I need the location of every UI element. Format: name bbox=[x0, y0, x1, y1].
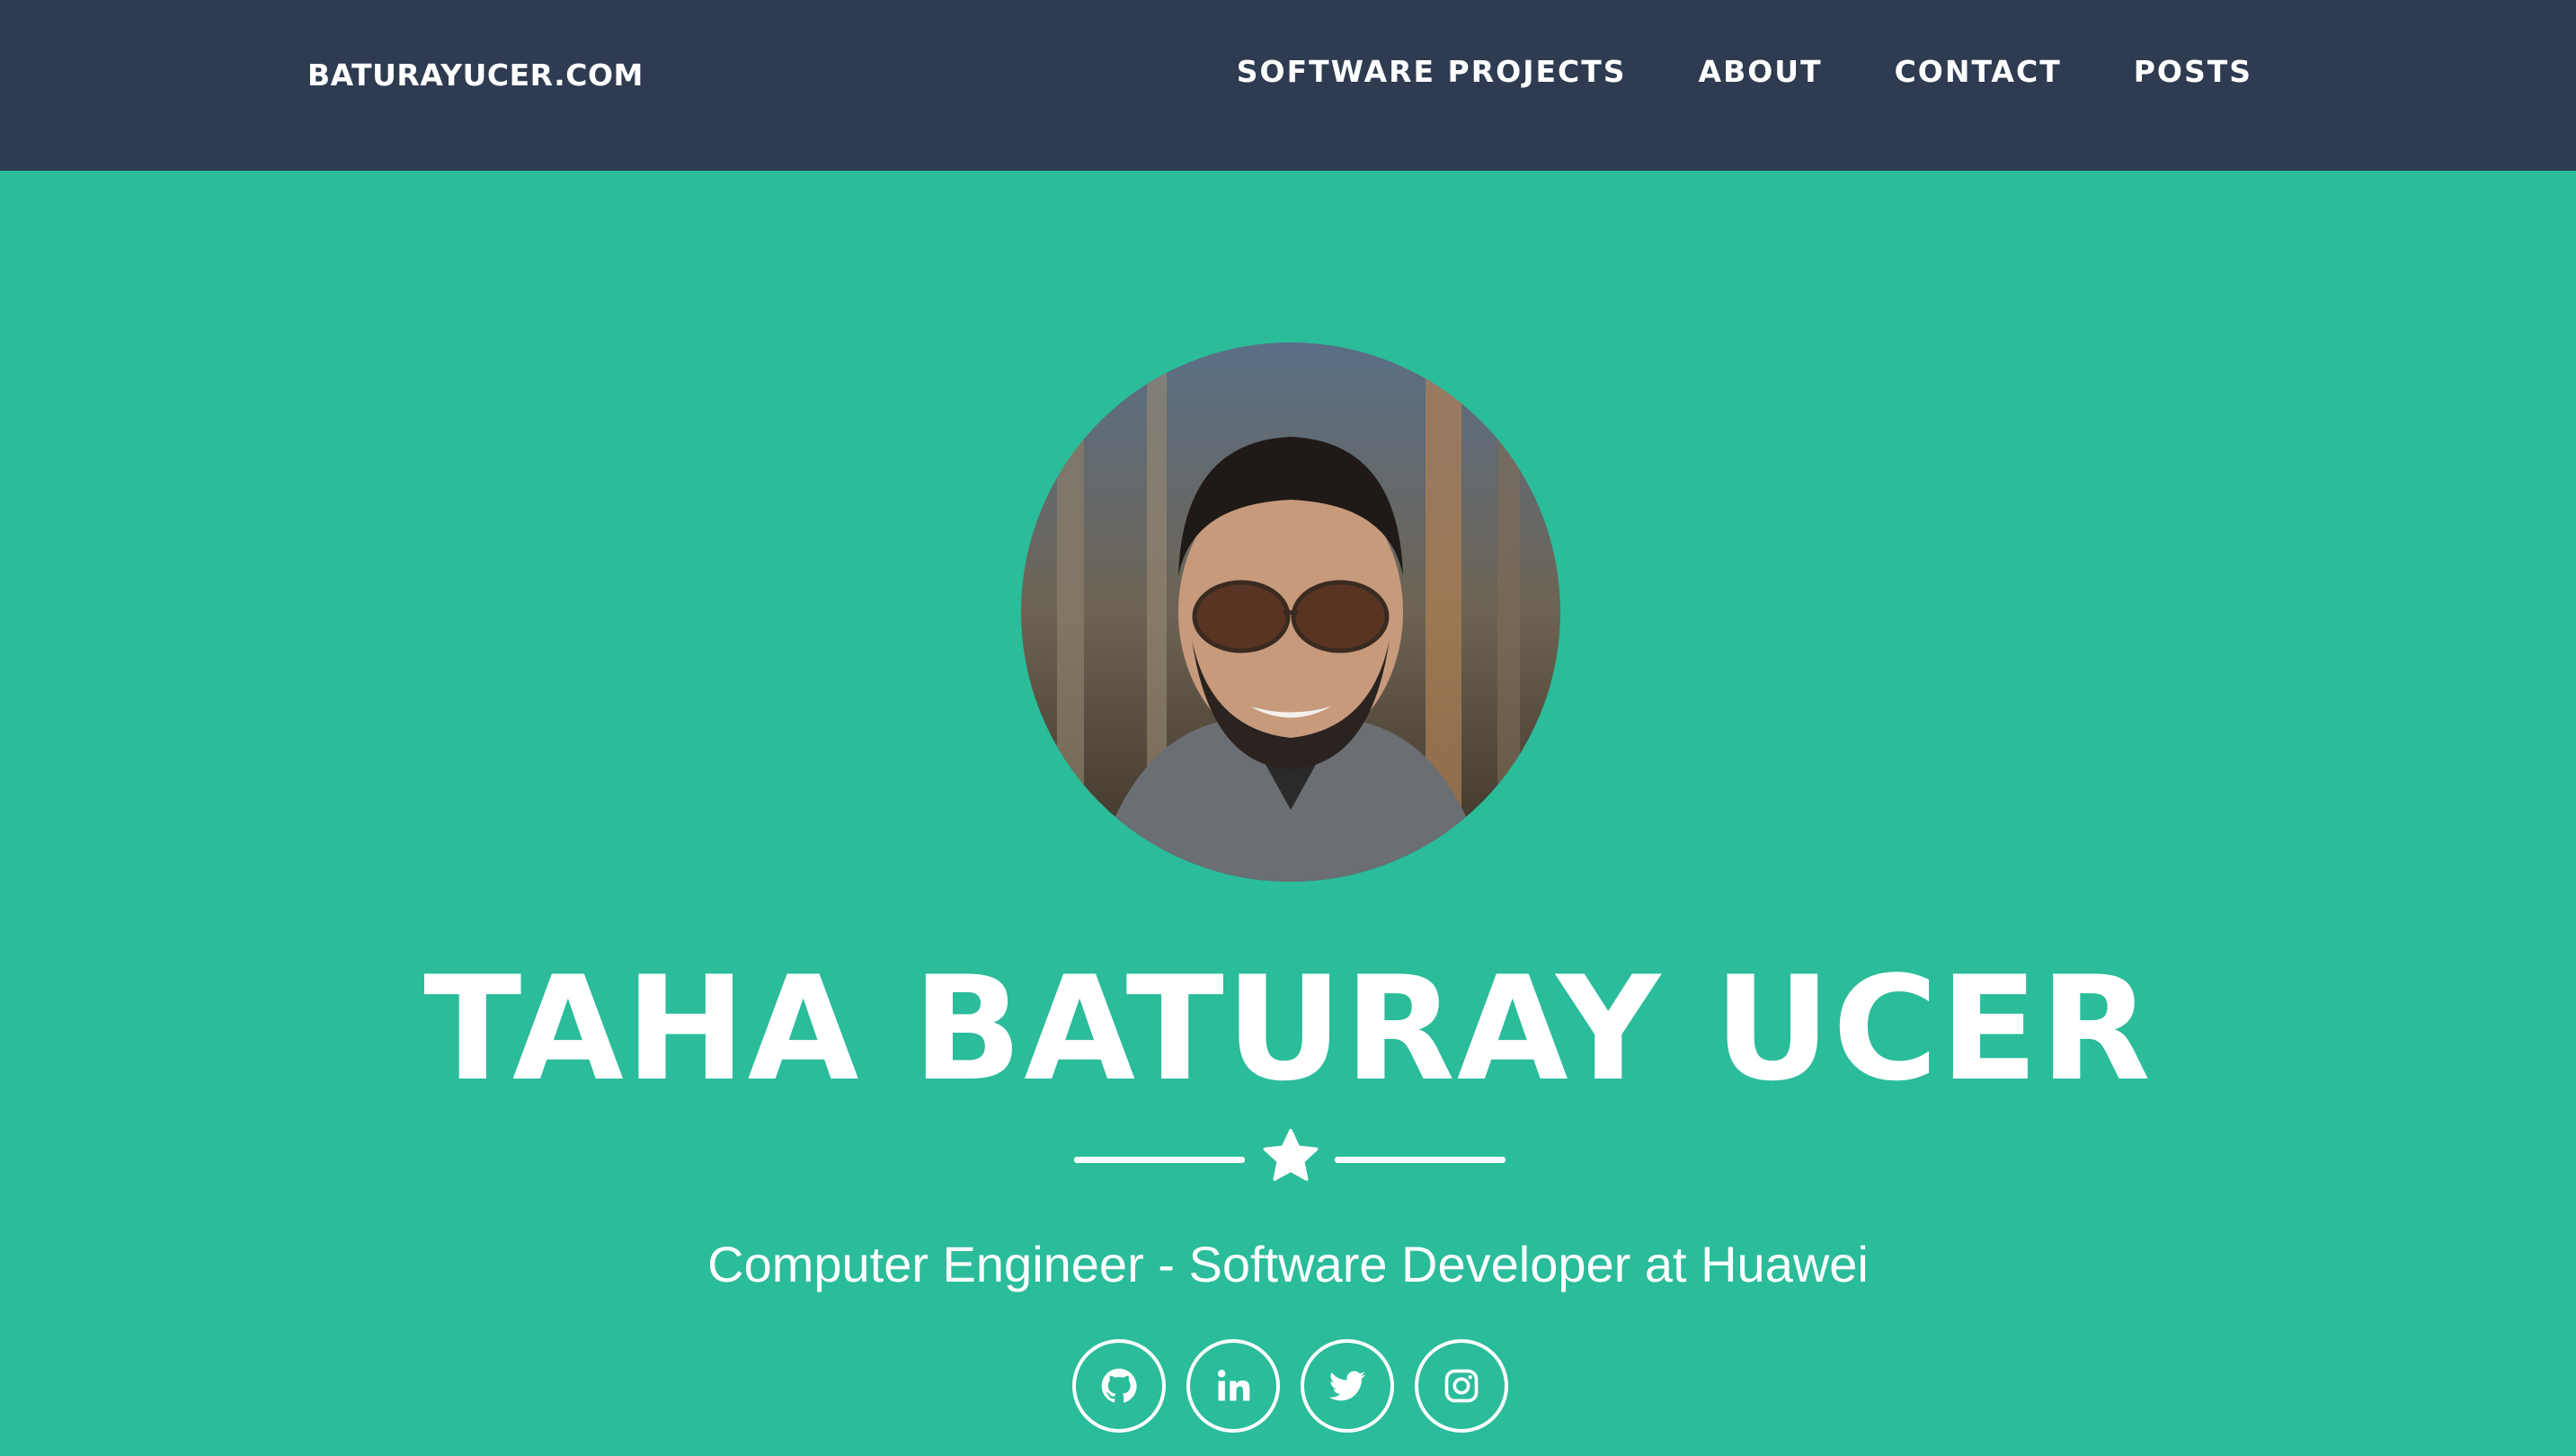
twitter-link[interactable] bbox=[1301, 1339, 1394, 1433]
nav-contact[interactable]: CONTACT bbox=[1895, 54, 2062, 89]
instagram-icon bbox=[1444, 1369, 1479, 1403]
hero-name: TAHA BATURAY UCER bbox=[423, 945, 2153, 1113]
twitter-icon bbox=[1328, 1371, 1366, 1401]
star-divider bbox=[1074, 1125, 1506, 1194]
navbar: BATURAYUCER.COM SOFTWARE PROJECTS ABOUT … bbox=[0, 0, 2576, 171]
social-links bbox=[1072, 1339, 1508, 1433]
instagram-link[interactable] bbox=[1415, 1339, 1508, 1433]
divider-line-left bbox=[1074, 1157, 1245, 1163]
main-nav: SOFTWARE PROJECTS ABOUT CONTACT POSTS bbox=[1237, 54, 2252, 89]
nav-about[interactable]: ABOUT bbox=[1699, 54, 1823, 89]
linkedin-link[interactable] bbox=[1186, 1339, 1280, 1433]
profile-photo bbox=[1021, 342, 1560, 882]
nav-posts[interactable]: POSTS bbox=[2134, 54, 2252, 89]
site-brand-link[interactable]: BATURAYUCER.COM bbox=[307, 58, 644, 93]
github-link[interactable] bbox=[1072, 1339, 1166, 1433]
divider-line-right bbox=[1335, 1157, 1506, 1163]
star-icon bbox=[1263, 1129, 1319, 1181]
profile-avatar bbox=[1021, 342, 1560, 882]
nav-software-projects[interactable]: SOFTWARE PROJECTS bbox=[1237, 54, 1627, 89]
github-icon bbox=[1101, 1368, 1137, 1403]
hero-subtitle: Computer Engineer - Software Developer a… bbox=[707, 1236, 1869, 1292]
linkedin-icon bbox=[1217, 1370, 1250, 1401]
